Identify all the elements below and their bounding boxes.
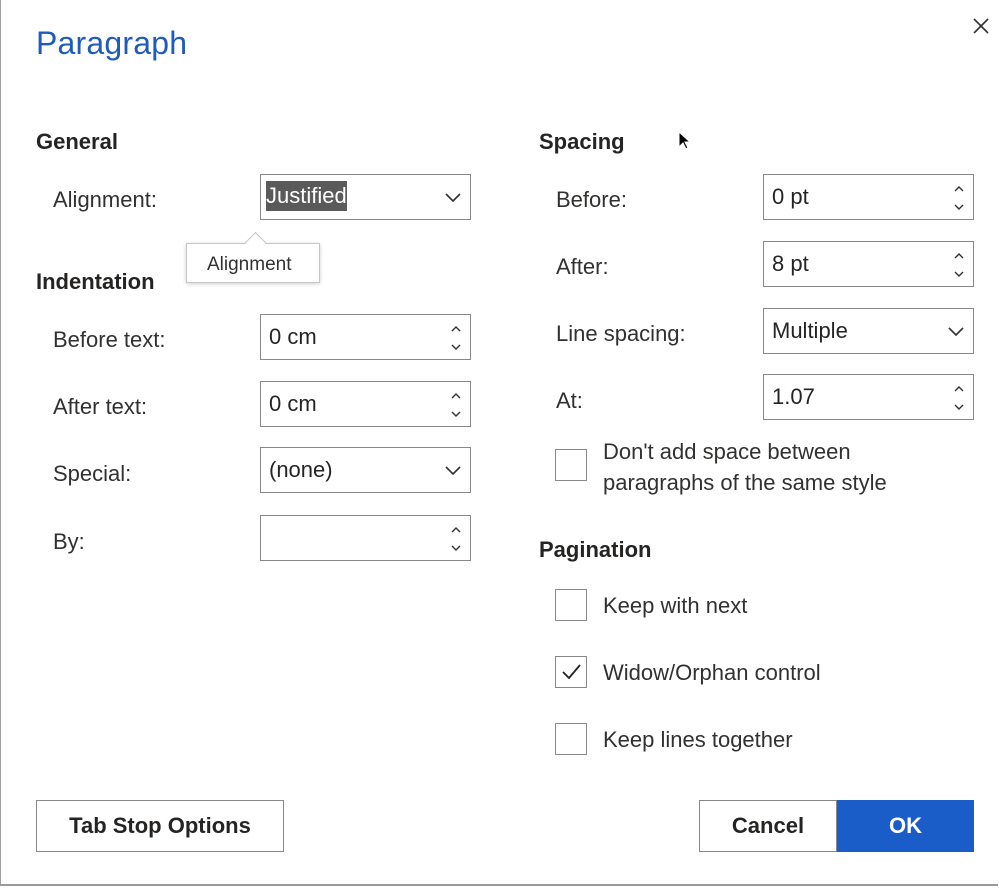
indentation-heading: Indentation	[36, 269, 155, 294]
before-text-label: Before text:	[53, 327, 166, 352]
before-text-input[interactable]: 0 cm	[260, 314, 471, 360]
ok-button[interactable]: OK	[837, 800, 974, 852]
line-spacing-label: Line spacing:	[556, 321, 686, 346]
chevron-down-icon	[954, 204, 964, 210]
after-text-input[interactable]: 0 cm	[260, 381, 471, 427]
at-input[interactable]: 1.07	[763, 374, 974, 420]
pagination-heading: Pagination	[539, 537, 652, 562]
spin-buttons[interactable]	[448, 386, 464, 422]
mouse-cursor-icon	[678, 131, 690, 150]
paragraph-dialog: Paragraph General Alignment: Justified A…	[0, 0, 998, 886]
chevron-down-icon	[442, 186, 464, 208]
alignment-value: Justified	[266, 181, 347, 211]
spin-buttons[interactable]	[448, 520, 464, 556]
spacing-before-input[interactable]: 0 pt	[763, 174, 974, 220]
tooltip-text: Alignment	[207, 254, 292, 275]
spacing-before-label: Before:	[556, 187, 627, 212]
before-text-value: 0 cm	[269, 324, 317, 349]
alignment-label: Alignment:	[53, 187, 157, 212]
chevron-down-icon	[954, 404, 964, 410]
cancel-button[interactable]: Cancel	[699, 800, 837, 852]
by-input[interactable]	[260, 515, 471, 561]
by-label: By:	[53, 529, 85, 554]
widow-orphan-checkbox[interactable]	[555, 656, 587, 688]
checkmark-icon	[562, 664, 581, 680]
close-icon	[973, 18, 989, 34]
spin-buttons[interactable]	[951, 179, 967, 215]
close-button[interactable]	[967, 12, 995, 40]
spacing-after-label: After:	[556, 254, 609, 279]
dialog-title: Paragraph	[36, 25, 188, 61]
keep-with-next-checkbox[interactable]	[555, 589, 587, 621]
chevron-up-icon	[451, 326, 461, 332]
chevron-down-icon	[451, 411, 461, 417]
spin-buttons[interactable]	[951, 379, 967, 415]
chevron-up-icon	[451, 393, 461, 399]
chevron-down-icon	[954, 271, 964, 277]
special-value: (none)	[269, 457, 333, 482]
spacing-before-value: 0 pt	[772, 184, 809, 209]
chevron-down-icon	[451, 545, 461, 551]
chevron-up-icon	[954, 386, 964, 392]
spin-buttons[interactable]	[448, 319, 464, 355]
special-dropdown[interactable]: (none)	[260, 447, 471, 493]
spacing-after-input[interactable]: 8 pt	[763, 241, 974, 287]
spacing-after-value: 8 pt	[772, 251, 809, 276]
widow-orphan-label[interactable]: Widow/Orphan control	[603, 657, 821, 688]
chevron-down-icon	[451, 344, 461, 350]
keep-with-next-label[interactable]: Keep with next	[603, 590, 747, 621]
chevron-up-icon	[954, 186, 964, 192]
keep-lines-together-checkbox[interactable]	[555, 723, 587, 755]
line-spacing-value: Multiple	[772, 318, 848, 343]
special-label: Special:	[53, 461, 132, 486]
at-label: At:	[556, 388, 583, 413]
spacing-heading: Spacing	[539, 129, 625, 154]
general-heading: General	[36, 129, 118, 154]
chevron-up-icon	[954, 253, 964, 259]
keep-lines-together-label[interactable]: Keep lines together	[603, 724, 793, 755]
dont-add-space-label-line2: paragraphs of the same style	[603, 470, 887, 495]
chevron-down-icon	[442, 459, 464, 481]
chevron-up-icon	[451, 527, 461, 533]
dont-add-space-label[interactable]: Don't add space between paragraphs of th…	[603, 436, 887, 498]
dont-add-space-label-line1: Don't add space between	[603, 439, 851, 464]
after-text-label: After text:	[53, 394, 148, 419]
at-value: 1.07	[772, 384, 815, 409]
dont-add-space-checkbox[interactable]	[555, 449, 587, 481]
alignment-dropdown[interactable]: Justified	[260, 174, 471, 220]
spin-buttons[interactable]	[951, 246, 967, 282]
line-spacing-dropdown[interactable]: Multiple	[763, 308, 974, 354]
chevron-down-icon	[945, 320, 967, 342]
after-text-value: 0 cm	[269, 391, 317, 416]
tab-stop-options-button[interactable]: Tab Stop Options	[36, 800, 284, 852]
